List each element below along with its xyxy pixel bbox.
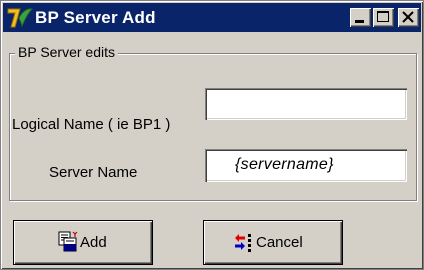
logical-name-label: Logical Name ( ie BP1 ) (12, 116, 171, 133)
add-button-label: Add (80, 234, 107, 251)
close-icon (402, 11, 414, 23)
server-name-input[interactable]: {servername} (205, 149, 407, 182)
cancel-icon (235, 234, 251, 252)
dialog-window: BP Server Add BP Server edits Logical Na… (0, 0, 424, 270)
server-name-label: Server Name (49, 164, 138, 181)
app-logo-icon (7, 8, 33, 28)
close-button[interactable] (398, 8, 419, 27)
maximize-icon (377, 11, 389, 22)
minimize-button[interactable] (350, 8, 371, 27)
title-bar[interactable]: BP Server Add (3, 3, 421, 32)
window-title: BP Server Add (35, 8, 156, 27)
group-legend: BP Server edits (15, 43, 119, 61)
cancel-button-label: Cancel (256, 234, 303, 251)
logical-name-input[interactable] (205, 88, 407, 120)
add-record-icon (58, 231, 78, 252)
server-name-value: {servername} (235, 156, 334, 173)
cancel-button[interactable]: Cancel (204, 221, 342, 264)
maximize-button[interactable] (373, 8, 394, 27)
minimize-icon (355, 20, 364, 23)
add-button[interactable]: Add (14, 221, 152, 264)
